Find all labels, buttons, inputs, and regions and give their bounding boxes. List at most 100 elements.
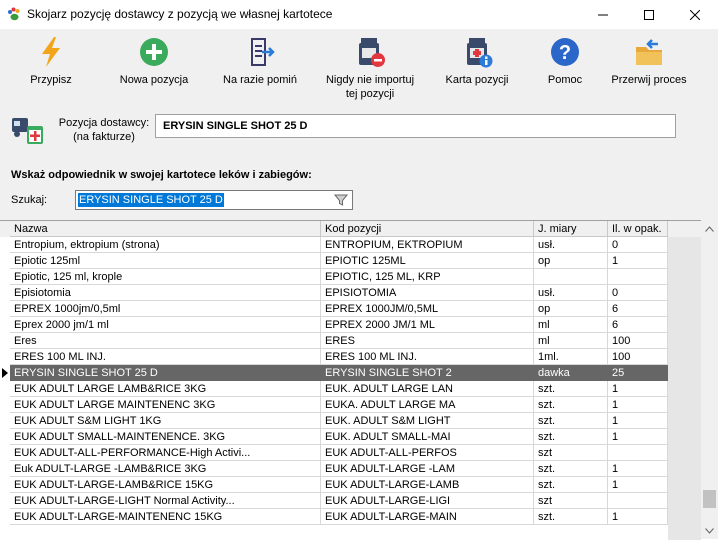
search-input[interactable]: ERYSIN SINGLE SHOT 25 D bbox=[75, 190, 353, 210]
cell-unit: dawka bbox=[534, 365, 608, 381]
cell-unit: ml bbox=[534, 317, 608, 333]
cell-code: EPIOTIC 125ML bbox=[321, 253, 534, 269]
scroll-thumb[interactable] bbox=[703, 490, 716, 508]
never-import-button[interactable]: Nigdy nie importuj tej pozycji bbox=[318, 35, 422, 105]
table-row[interactable]: Epiotic, 125 ml, krople EPIOTIC, 125 ML, … bbox=[0, 269, 668, 285]
cell-quantity: 0 bbox=[608, 237, 668, 253]
list-skip-icon bbox=[251, 38, 275, 66]
table-row[interactable]: EUK ADULT LARGE MAINTENENC 3KG EUKA. ADUL… bbox=[0, 397, 668, 413]
cell-unit: szt. bbox=[534, 509, 608, 525]
cell-unit: op bbox=[534, 301, 608, 317]
cell-quantity: 1 bbox=[608, 509, 668, 525]
cell-quantity: 1 bbox=[608, 413, 668, 429]
items-grid[interactable]: Nazwa Kod pozycji J. miary Il. w opak. E… bbox=[0, 220, 718, 540]
cell-name: EUK ADULT-LARGE-MAINTENENC 15KG bbox=[10, 509, 321, 525]
grid-header: Nazwa Kod pozycji J. miary Il. w opak. bbox=[0, 221, 668, 237]
cell-quantity: 100 bbox=[608, 349, 668, 365]
cell-name: EUK ADULT LARGE MAINTENENC 3KG bbox=[10, 397, 321, 413]
cell-name: Euk ADULT-LARGE -LAMB&RICE 3KG bbox=[10, 461, 321, 477]
abort-button[interactable]: Przerwij proces bbox=[604, 35, 694, 105]
cell-quantity: 6 bbox=[608, 317, 668, 333]
table-row[interactable]: EUK ADULT-LARGE-LIGHT Normal Activity...… bbox=[0, 493, 668, 509]
item-card-label: Karta pozycji bbox=[445, 74, 509, 86]
cell-code: EPIOTIC, 125 ML, KRP bbox=[321, 269, 534, 285]
lightning-icon bbox=[42, 37, 60, 67]
table-row[interactable]: EUK ADULT SMALL-MAINTENENCE. 3KG EUK. ADU… bbox=[0, 429, 668, 445]
cell-code: EPREX 2000 JM/1 ML bbox=[321, 317, 534, 333]
cell-quantity: 100 bbox=[608, 333, 668, 349]
cell-quantity: 1 bbox=[608, 477, 668, 493]
search-label: Szukaj: bbox=[11, 194, 48, 206]
table-row[interactable]: EUK ADULT-LARGE-LAMB&RICE 15KG EUK ADULT-… bbox=[0, 477, 668, 493]
skip-button[interactable]: Na razie pomiń bbox=[216, 35, 304, 105]
cell-code: EUK ADULT-ALL-PERFOS bbox=[321, 445, 534, 461]
cell-unit: szt. bbox=[534, 461, 608, 477]
table-row[interactable]: Epiotic 125ml EPIOTIC 125ML op 1 bbox=[0, 253, 668, 269]
cell-code: EUK. ADULT LARGE LAN bbox=[321, 381, 534, 397]
app-paw-icon bbox=[8, 7, 20, 21]
scroll-down-button[interactable] bbox=[701, 522, 718, 539]
cell-code: EUK ADULT-LARGE -LAM bbox=[321, 461, 534, 477]
scroll-up-button[interactable] bbox=[701, 220, 718, 237]
never-import-label-line1: Nigdy nie importuj bbox=[325, 74, 415, 86]
section-heading: Wskaż odpowiednik w swojej kartotece lek… bbox=[11, 169, 312, 181]
item-card-button[interactable]: Karta pozycji bbox=[438, 35, 516, 105]
never-import-label: Nigdy nie importuj tej pozycji bbox=[318, 73, 422, 101]
cell-unit: szt. bbox=[534, 477, 608, 493]
table-row[interactable]: EUK ADULT LARGE LAMB&RICE 3KG EUK. ADULT … bbox=[0, 381, 668, 397]
table-row[interactable]: Episiotomia EPISIOTOMIA usł. 0 bbox=[0, 285, 668, 301]
cell-unit: szt. bbox=[534, 397, 608, 413]
cell-unit: szt bbox=[534, 493, 608, 509]
filter-icon[interactable] bbox=[334, 193, 348, 207]
assign-button[interactable]: Przypisz bbox=[22, 35, 80, 105]
cell-name: Epiotic 125ml bbox=[10, 253, 321, 269]
table-row[interactable]: EUK ADULT-LARGE-MAINTENENC 15KG EUK ADULT… bbox=[0, 509, 668, 525]
cell-code: EUK ADULT-LARGE-LAMB bbox=[321, 477, 534, 493]
abort-label: Przerwij proces bbox=[611, 74, 687, 86]
supplier-label-line2: (na fakturze) bbox=[73, 131, 135, 143]
cell-unit: szt. bbox=[534, 413, 608, 429]
svg-text:?: ? bbox=[559, 42, 571, 64]
column-header-unit[interactable]: J. miary bbox=[534, 221, 608, 237]
grid-header-filler bbox=[668, 221, 701, 238]
table-row[interactable]: EPREX 1000jm/0,5ml EPREX 1000JM/0,5ML op 6 bbox=[0, 301, 668, 317]
cell-code: EUK ADULT-LARGE-LIGI bbox=[321, 493, 534, 509]
table-row[interactable]: Euk ADULT-LARGE -LAMB&RICE 3KG EUK ADULT-… bbox=[0, 461, 668, 477]
cell-name: EPREX 1000jm/0,5ml bbox=[10, 301, 321, 317]
new-item-button[interactable]: Nowa pozycja bbox=[112, 35, 196, 105]
cell-quantity bbox=[608, 445, 668, 461]
table-row[interactable]: Eres ERES ml 100 bbox=[0, 333, 668, 349]
cell-code: ERES bbox=[321, 333, 534, 349]
minimize-button[interactable] bbox=[580, 0, 626, 29]
table-row[interactable]: ERYSIN SINGLE SHOT 25 D ERYSIN SINGLE SHO… bbox=[0, 365, 668, 381]
column-header-name[interactable]: Nazwa bbox=[10, 221, 321, 237]
help-button[interactable]: ? Pomoc bbox=[538, 35, 592, 105]
cell-name: EUK ADULT SMALL-MAINTENENCE. 3KG bbox=[10, 429, 321, 445]
close-button[interactable] bbox=[672, 0, 718, 29]
table-row[interactable]: EUK ADULT-ALL-PERFORMANCE-High Activi...… bbox=[0, 445, 668, 461]
cell-code: EUK. ADULT S&M LIGHT bbox=[321, 413, 534, 429]
current-row-pointer-icon bbox=[2, 368, 8, 378]
column-header-code[interactable]: Kod pozycji bbox=[321, 221, 534, 237]
maximize-button[interactable] bbox=[626, 0, 672, 29]
table-row[interactable]: EUK ADULT S&M LIGHT 1KG EUK. ADULT S&M LI… bbox=[0, 413, 668, 429]
supplier-position-label: Pozycja dostawcy: (na fakturze) bbox=[54, 116, 154, 144]
cell-name: EUK ADULT S&M LIGHT 1KG bbox=[10, 413, 321, 429]
grid-empty-area bbox=[668, 237, 701, 540]
folder-back-icon bbox=[636, 39, 662, 65]
window-title: Skojarz pozycję dostawcy z pozycją we wł… bbox=[27, 7, 333, 21]
assign-label: Przypisz bbox=[30, 74, 72, 86]
cell-unit: op bbox=[534, 253, 608, 269]
table-row[interactable]: Entropium, ektropium (strona) ENTROPIUM, … bbox=[0, 237, 668, 253]
cell-code: EPISIOTOMIA bbox=[321, 285, 534, 301]
cell-quantity: 1 bbox=[608, 429, 668, 445]
cell-unit: usł. bbox=[534, 237, 608, 253]
column-header-quantity[interactable]: Il. w opak. bbox=[608, 221, 668, 237]
table-row[interactable]: Eprex 2000 jm/1 ml EPREX 2000 JM/1 ML ml 6 bbox=[0, 317, 668, 333]
cell-name: Episiotomia bbox=[10, 285, 321, 301]
cell-name: ERES 100 ML INJ. bbox=[10, 349, 321, 365]
cell-name: Epiotic, 125 ml, krople bbox=[10, 269, 321, 285]
vertical-scrollbar[interactable] bbox=[701, 220, 718, 539]
minimize-icon bbox=[598, 14, 608, 15]
table-row[interactable]: ERES 100 ML INJ. ERES 100 ML INJ. 1ml. 100 bbox=[0, 349, 668, 365]
